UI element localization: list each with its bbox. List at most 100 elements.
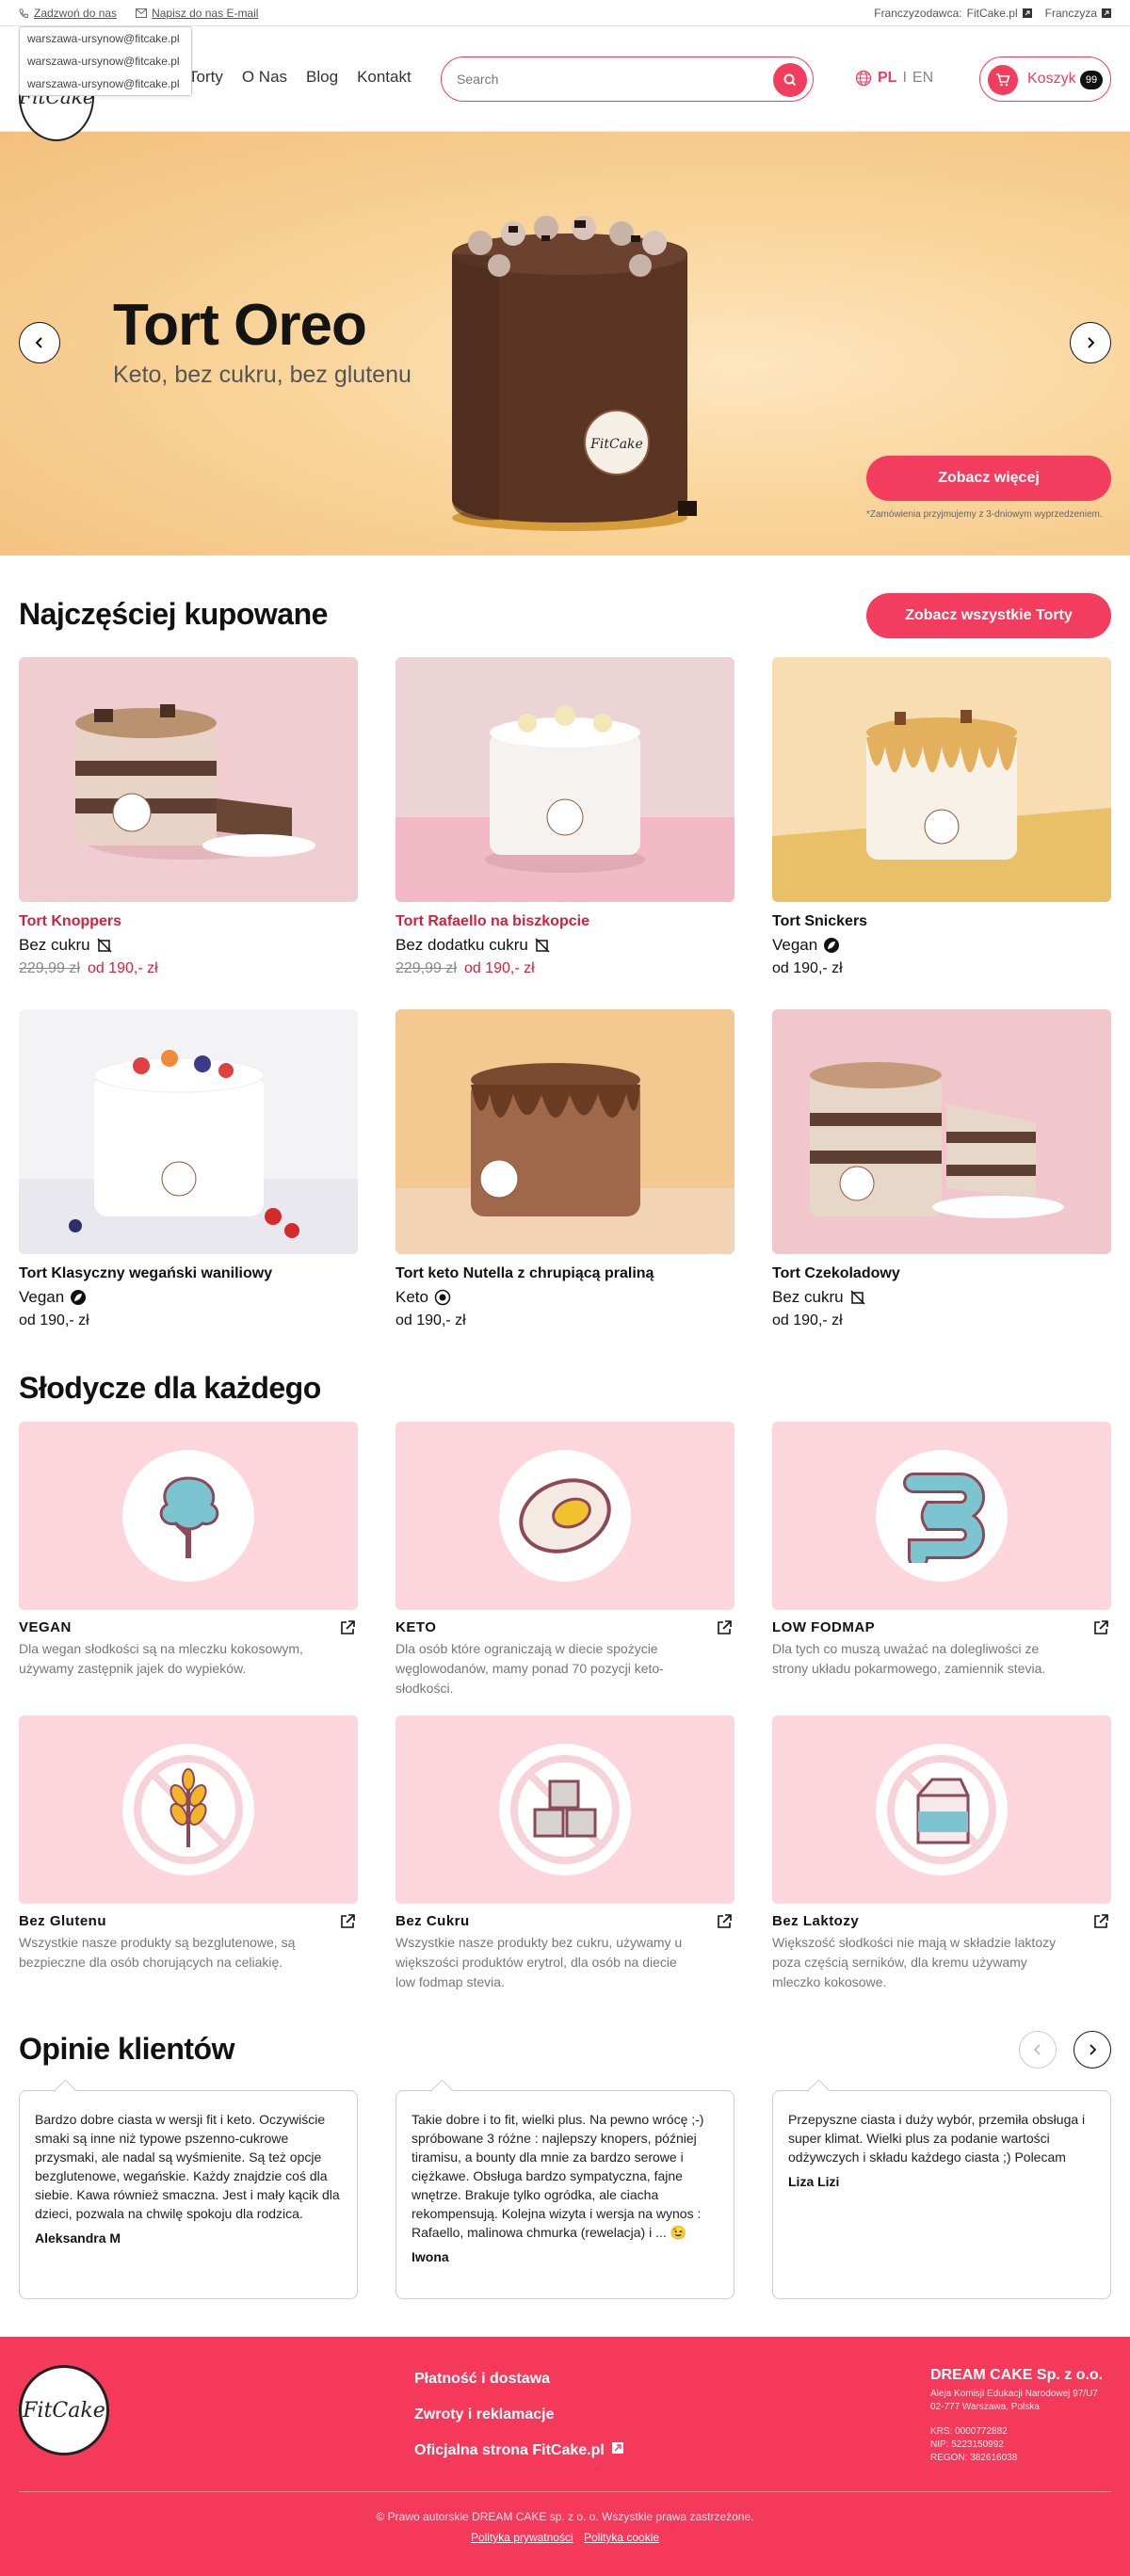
external-link-icon[interactable] bbox=[339, 1619, 356, 1636]
sugar-cubes-crossed-icon bbox=[510, 1755, 620, 1864]
franchisor-link-text: FitCake.pl bbox=[966, 7, 1018, 20]
product-card[interactable]: Tort Rafaello na biszkopcie Bez dodatku … bbox=[396, 657, 734, 977]
nav-blog[interactable]: Blog bbox=[306, 68, 338, 87]
category-title: Bez Glutenu bbox=[19, 1913, 107, 1929]
external-link-icon[interactable] bbox=[1092, 1913, 1109, 1930]
footer-link-official[interactable]: Oficjalna strona FitCake.pl bbox=[414, 2442, 624, 2459]
category-card-low-fodmap[interactable]: LOW FODMAP Dla tych co muszą uważać na d… bbox=[772, 1422, 1111, 1679]
category-title: KETO bbox=[396, 1619, 437, 1635]
product-image[interactable] bbox=[396, 1009, 734, 1254]
footer-link-payment[interactable]: Płatność i dostawa bbox=[414, 2371, 623, 2388]
external-link-icon[interactable] bbox=[339, 1913, 356, 1930]
lang-separator: I bbox=[902, 70, 907, 86]
product-image[interactable] bbox=[396, 657, 734, 902]
hero-see-more-button[interactable]: Zobacz więcej bbox=[866, 456, 1111, 501]
reviews-title: Opinie klientów bbox=[19, 2032, 234, 2066]
external-link-icon[interactable] bbox=[1092, 1619, 1109, 1636]
page: Zadzwoń do nas Napisz do nas E-mail Fran… bbox=[0, 0, 1130, 2576]
milk-carton-crossed-icon bbox=[887, 1755, 996, 1864]
company-address-2: 02-777 Warszawa, Polska bbox=[930, 2402, 1040, 2412]
product-tag-text: Bez cukru bbox=[772, 1288, 844, 1306]
lang-pl[interactable]: PL bbox=[878, 70, 896, 87]
old-price: 229,99 zł bbox=[19, 960, 80, 976]
product-name[interactable]: Tort Rafaello na biszkopcie bbox=[396, 913, 734, 930]
dropdown-option[interactable]: warszawa-ursynow@fitcake.pl bbox=[20, 50, 191, 72]
product-image[interactable] bbox=[772, 1009, 1111, 1254]
nav-kontakt[interactable]: Kontakt bbox=[357, 68, 412, 87]
category-card-sugar-free[interactable]: Bez Cukru Wszystkie nasze produkty bez c… bbox=[396, 1715, 734, 1992]
company-regon: REGON: 382616038 bbox=[930, 2453, 1018, 2463]
see-all-cakes-button[interactable]: Zobacz wszystkie Torty bbox=[866, 593, 1111, 638]
footer-link-returns[interactable]: Zwroty i reklamacje bbox=[414, 2407, 623, 2423]
search-input[interactable] bbox=[457, 69, 739, 89]
hero-title: Tort Oreo bbox=[113, 293, 367, 358]
product-card[interactable]: Tort keto Nutella z chrupiącą praliną Ke… bbox=[396, 1009, 734, 1329]
product-tag-text: Keto bbox=[396, 1288, 428, 1306]
product-image[interactable] bbox=[19, 657, 358, 902]
category-desc: Wszystkie nasze produkty są bezglutenowe… bbox=[19, 1935, 296, 1970]
product-card[interactable]: Tort Klasyczny wegański waniliowy Vegan … bbox=[19, 1009, 358, 1329]
category-card-lactose-free[interactable]: Bez Laktozy Większość słodkości nie mają… bbox=[772, 1715, 1111, 1992]
franchise-link[interactable]: Franczyza bbox=[1045, 7, 1111, 20]
product-price: od 190,- zł bbox=[19, 1312, 358, 1329]
email-link[interactable]: Napisz do nas E-mail bbox=[136, 7, 258, 20]
product-name[interactable]: Tort keto Nutella z chrupiącą praliną bbox=[396, 1265, 734, 1282]
category-desc: Dla tych co muszą uważać na dolegliwości… bbox=[772, 1641, 1046, 1676]
external-link-icon[interactable] bbox=[716, 1913, 733, 1930]
dropdown-option[interactable]: warszawa-ursynow@fitcake.pl bbox=[20, 72, 191, 95]
phone-icon bbox=[19, 8, 29, 18]
search-button[interactable] bbox=[773, 63, 807, 97]
cookie-policy-link[interactable]: Polityka cookie bbox=[584, 2531, 659, 2544]
company-name: DREAM CAKE Sp. z o.o. bbox=[930, 2367, 1104, 2383]
product-name[interactable]: Tort Snickers bbox=[772, 913, 1111, 930]
nav-o-nas[interactable]: O Nas bbox=[242, 68, 287, 87]
dropdown-option[interactable]: warszawa-ursynow@fitcake.pl bbox=[20, 27, 191, 50]
product-price: od 190,- zł bbox=[772, 1312, 1111, 1329]
external-link-icon[interactable] bbox=[716, 1619, 733, 1636]
vegan-icon bbox=[824, 938, 840, 953]
product-name[interactable]: Tort Czekoladowy bbox=[772, 1265, 1111, 1282]
company-address-1: Aleja Komisji Edukacji Narodowej 97/U7 bbox=[930, 2389, 1098, 2399]
wheat-crossed-icon bbox=[134, 1755, 243, 1864]
product-card[interactable]: Tort Czekoladowy Bez cukru od 190,- zł bbox=[772, 1009, 1111, 1329]
category-desc: Dla wegan słodkości są na mleczku kokoso… bbox=[19, 1641, 303, 1676]
franchisor-link[interactable]: FitCake.pl bbox=[967, 7, 1032, 20]
current-price: od 190,- zł bbox=[772, 960, 843, 976]
top-bar: Zadzwoń do nas Napisz do nas E-mail Fran… bbox=[0, 0, 1130, 26]
review-text: Przepyszne ciasta i duży wybór, przemiła… bbox=[788, 2112, 1086, 2165]
hero-next-button[interactable] bbox=[1070, 322, 1111, 363]
reviews-next-button[interactable] bbox=[1074, 2031, 1111, 2069]
reviews-prev-button[interactable] bbox=[1019, 2031, 1057, 2069]
cart-button[interactable]: Koszyk 99 bbox=[979, 56, 1111, 102]
footer-logo[interactable]: FitCake bbox=[19, 2365, 109, 2455]
product-name[interactable]: Tort Knoppers bbox=[19, 913, 358, 930]
current-price: od 190,- zł bbox=[19, 1312, 89, 1328]
current-price: od 190,- zł bbox=[87, 960, 158, 976]
privacy-policy-link[interactable]: Polityka prywatności bbox=[471, 2531, 573, 2544]
product-card[interactable]: Tort Snickers Vegan od 190,- zł bbox=[772, 657, 1111, 977]
old-price: 229,99 zł bbox=[396, 960, 457, 976]
category-card-gluten-free[interactable]: Bez Glutenu Wszystkie nasze produkty są … bbox=[19, 1715, 358, 1972]
hero-prev-button[interactable] bbox=[19, 322, 60, 363]
product-price: od 190,- zł bbox=[396, 1312, 734, 1329]
vegan-tree-icon bbox=[159, 1476, 219, 1558]
product-name[interactable]: Tort Klasyczny wegański waniliowy bbox=[19, 1265, 358, 1282]
product-tag: Bez dodatku cukru bbox=[396, 936, 734, 955]
product-card[interactable]: Tort Knoppers Bez cukru 229,99 zł od 190,… bbox=[19, 657, 358, 977]
review-author: Iwona bbox=[412, 2249, 449, 2264]
footer-divider bbox=[19, 2491, 1111, 2492]
category-card-keto[interactable]: KETO Dla osób które ograniczają w diecie… bbox=[396, 1422, 734, 1699]
no-sugar-icon bbox=[535, 938, 550, 953]
product-image[interactable] bbox=[772, 657, 1111, 902]
current-price: od 190,- zł bbox=[396, 1312, 466, 1328]
review-text: Bardzo dobre ciasta w wersji fit i keto.… bbox=[35, 2112, 340, 2221]
category-card-vegan[interactable]: VEGAN Dla wegan słodkości są na mleczku … bbox=[19, 1422, 358, 1679]
call-link[interactable]: Zadzwoń do nas bbox=[19, 7, 117, 20]
product-image[interactable] bbox=[19, 1009, 358, 1254]
product-tag: Vegan bbox=[19, 1288, 358, 1307]
nav-torty[interactable]: Torty bbox=[188, 68, 223, 87]
product-tag: Keto bbox=[396, 1288, 734, 1307]
lang-en[interactable]: EN bbox=[912, 70, 933, 87]
category-title: LOW FODMAP bbox=[772, 1619, 876, 1635]
hero-order-note: *Zamówienia przyjmujemy z 3-dniowym wypr… bbox=[866, 509, 1103, 520]
